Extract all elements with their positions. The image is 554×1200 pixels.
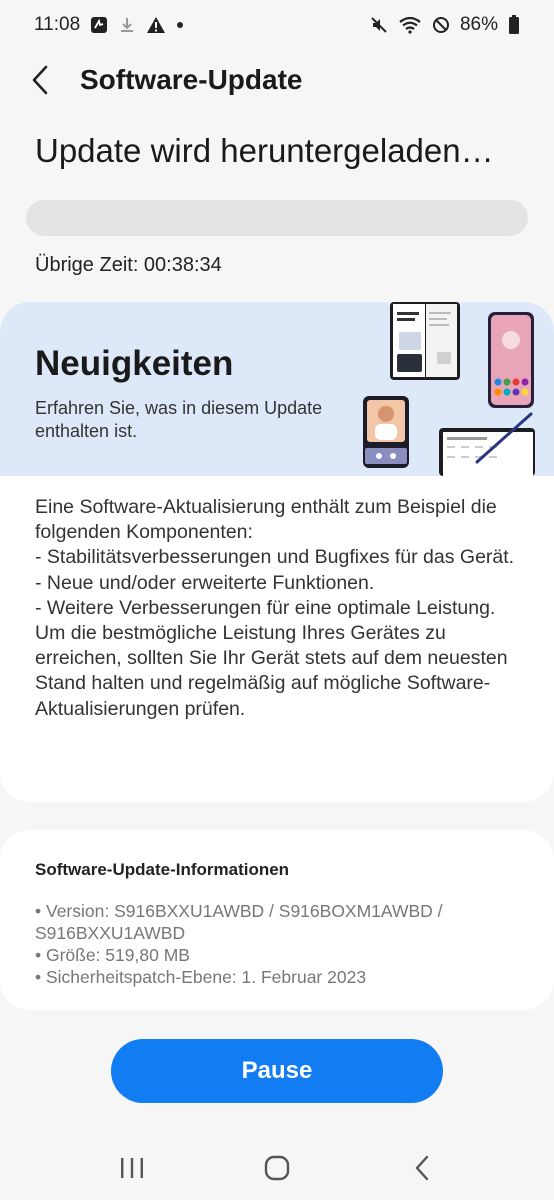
news-subtitle: Erfahren Sie, was in diesem Update entha… <box>35 398 323 441</box>
news-card: Neuigkeiten Erfahren Sie, was in diesem … <box>0 302 554 802</box>
battery-icon <box>508 15 520 35</box>
home-button[interactable] <box>247 1138 307 1198</box>
do-not-disturb-icon <box>432 16 450 34</box>
home-icon <box>264 1155 290 1181</box>
remaining-time: Übrige Zeit: 00:38:34 <box>35 254 222 276</box>
news-title: Neuigkeiten <box>35 344 234 383</box>
page-title: Software-Update <box>80 64 303 95</box>
recent-apps-button[interactable] <box>102 1138 162 1198</box>
wifi-icon <box>398 16 422 34</box>
status-right: 86% <box>370 14 520 36</box>
info-item-security-patch: • Sicherheitspatch-Ebene: 1. Februar 202… <box>35 967 367 987</box>
back-button[interactable] <box>12 52 68 108</box>
download-headline: Update wird heruntergeladen… <box>35 132 494 169</box>
dot-icon <box>176 21 184 29</box>
news-body-text: Eine Software-Aktualisierung enthält zum… <box>35 496 515 720</box>
download-icon <box>118 16 136 34</box>
news-body: Eine Software-Aktualisierung enthält zum… <box>35 495 530 722</box>
status-left: 11:08 <box>34 14 184 36</box>
info-title: Software-Update-Informationen <box>35 860 290 879</box>
app-bar: Software-Update <box>0 52 554 108</box>
status-bar: 11:08 86% <box>0 0 554 50</box>
info-item-size: • Größe: 519,80 MB <box>35 945 190 965</box>
info-item-version: • Version: S916BXXU1AWBD / S916BOXM1AWBD… <box>35 901 443 943</box>
download-progress-bar <box>26 200 528 236</box>
battery-percent: 86% <box>459 14 498 35</box>
warning-icon <box>146 16 166 34</box>
back-nav-button[interactable] <box>392 1138 452 1198</box>
back-icon <box>415 1155 428 1181</box>
status-time: 11:08 <box>34 14 81 35</box>
pause-button[interactable]: Pause <box>111 1039 443 1103</box>
mute-icon <box>370 16 388 34</box>
notification-icon <box>90 16 108 34</box>
info-card: Software-Update-Informationen • Version:… <box>0 830 554 1010</box>
navigation-bar <box>0 1136 554 1200</box>
info-list: • Version: S916BXXU1AWBD / S916BOXM1AWBD… <box>35 900 515 988</box>
chevron-left-icon <box>32 65 48 95</box>
devices-illustration <box>363 302 535 476</box>
recent-apps-icon <box>121 1158 144 1178</box>
news-banner: Neuigkeiten Erfahren Sie, was in diesem … <box>0 302 554 476</box>
